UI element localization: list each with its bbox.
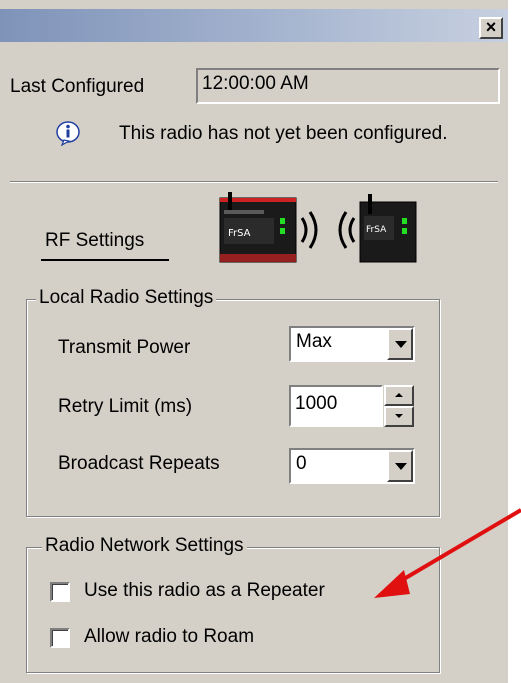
annotation-arrow-icon (374, 508, 521, 598)
spin-down-icon[interactable] (384, 406, 414, 427)
section-divider (10, 181, 498, 183)
local-radio-settings-title: Local Radio Settings (36, 287, 217, 309)
info-icon (56, 121, 80, 146)
svg-text:FrSA: FrSA (366, 225, 387, 235)
radio-network-settings-title: Radio Network Settings (42, 535, 247, 557)
broadcast-repeats-value: 0 (296, 453, 307, 474)
last-configured-field: 12:00:00 AM (196, 68, 500, 104)
roam-checkbox[interactable] (50, 628, 70, 648)
tab-rf-settings[interactable]: RF Settings (45, 230, 144, 252)
broadcast-repeats-select[interactable]: 0 (289, 448, 415, 484)
retry-limit-spinner[interactable] (384, 385, 414, 427)
svg-text:FrSA: FrSA (228, 228, 251, 239)
not-configured-message: This radio has not yet been configured. (119, 123, 448, 144)
radio-link-icon: FrSA FrSA (219, 192, 417, 263)
repeater-label[interactable]: Use this radio as a Repeater (84, 580, 325, 602)
broadcast-repeats-label: Broadcast Repeats (58, 453, 220, 474)
last-configured-label: Last Configured (10, 76, 145, 97)
chevron-down-icon[interactable] (387, 328, 413, 360)
transmit-power-label: Transmit Power (58, 337, 191, 358)
retry-limit-label: Retry Limit (ms) (58, 396, 193, 417)
transmit-power-value: Max (296, 331, 332, 352)
chevron-down-icon[interactable] (387, 450, 413, 482)
transmit-power-select[interactable]: Max (289, 326, 415, 362)
repeater-checkbox[interactable] (50, 582, 70, 602)
tab-rf-settings-underline (41, 259, 169, 261)
roam-label[interactable]: Allow radio to Roam (84, 626, 254, 648)
close-button[interactable]: × (479, 17, 503, 39)
spin-up-icon[interactable] (384, 385, 414, 406)
window-titlebar (0, 9, 508, 42)
retry-limit-input[interactable]: 1000 (289, 385, 383, 427)
